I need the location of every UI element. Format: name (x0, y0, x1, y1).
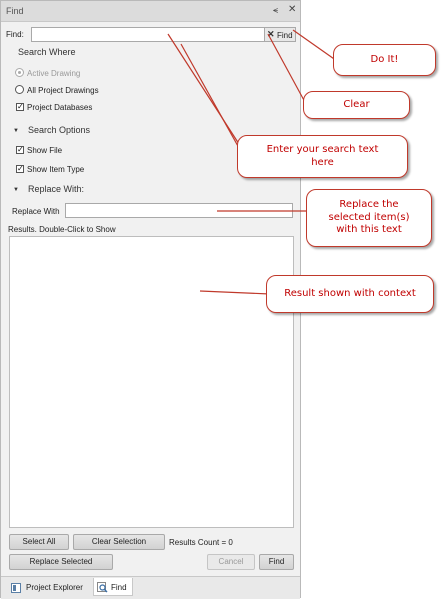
callout-do-it: Do It! (333, 44, 436, 76)
enter-search-arrow-2 (180, 43, 240, 149)
result-arrow (199, 290, 271, 295)
callout-enter-search: Enter your search text here (237, 135, 408, 178)
callout-clear: Clear (303, 91, 410, 119)
enter-search-arrow-1 (167, 33, 240, 145)
callout-result: Result shown with context (266, 275, 434, 313)
clear-arrow (267, 33, 307, 105)
do-it-arrow (292, 29, 338, 62)
callout-replace: Replace the selected item(s) with this t… (306, 189, 432, 247)
